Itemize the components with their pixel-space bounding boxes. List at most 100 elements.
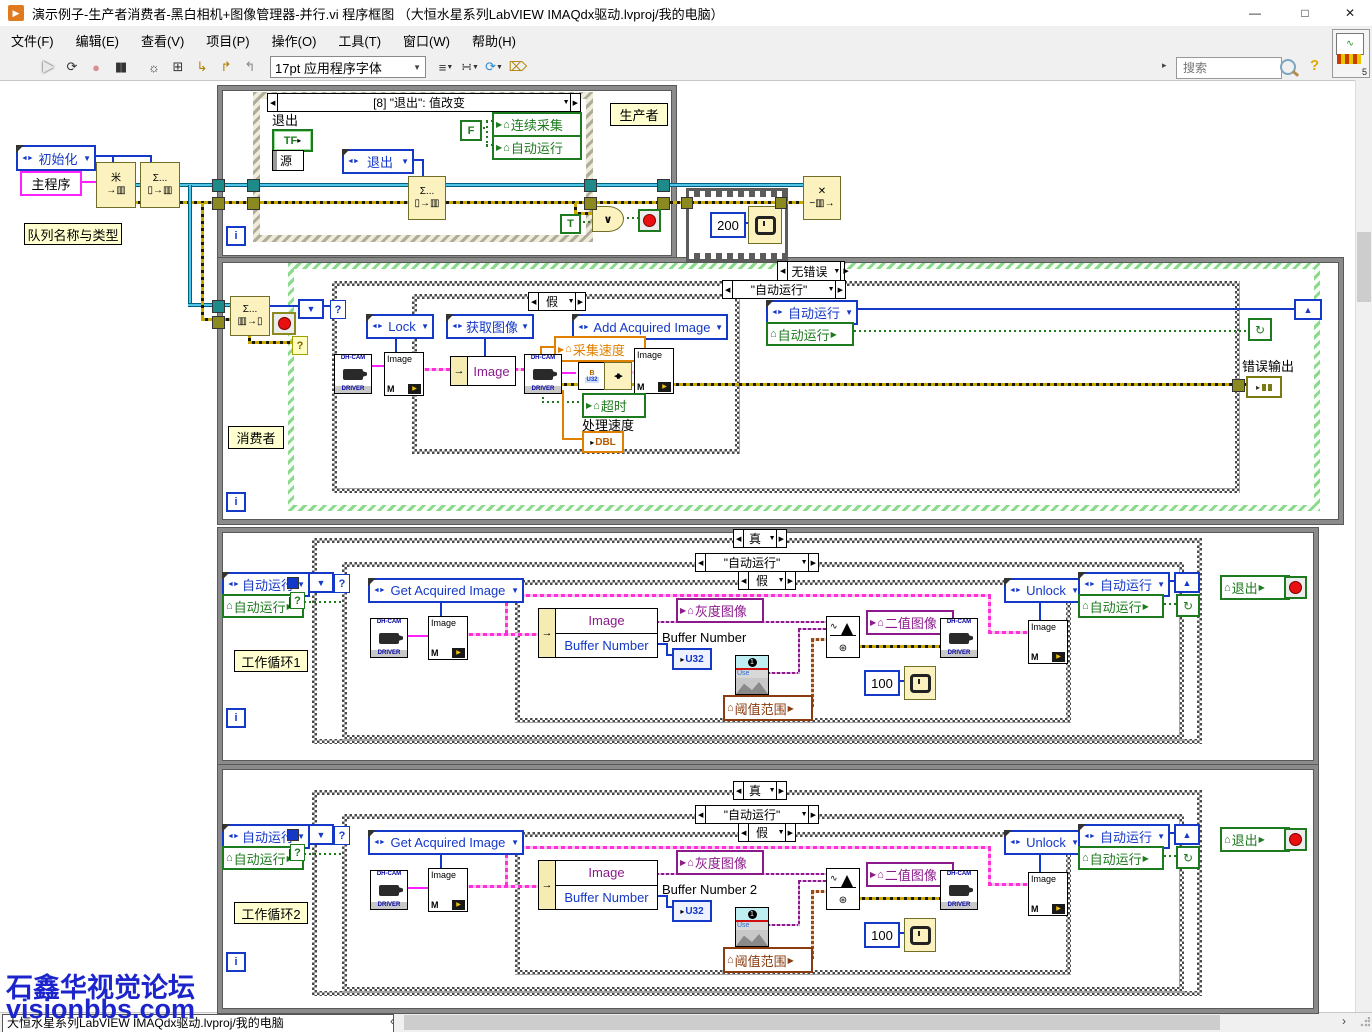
enum-constant-unlock[interactable]: ◄► Unlock ▼ (1004, 830, 1084, 855)
enum-constant-unlock[interactable]: ◄► Unlock ▼ (1004, 578, 1084, 603)
image-manager-node[interactable]: Image M▶ (1028, 872, 1068, 916)
previous-case-icon[interactable]: ◀ (739, 824, 749, 841)
enqueue-node[interactable]: Σ... ▯→▥ (140, 162, 180, 208)
boolean-terminal-tf[interactable]: TF▸ (272, 129, 313, 152)
previous-case-icon[interactable]: ◀ (696, 806, 706, 823)
camera-driver-node[interactable]: DH-CAM DRIVER (370, 870, 408, 910)
shift-register-left[interactable]: ▼ (308, 824, 334, 845)
shift-register-right[interactable]: ▲ (1174, 824, 1200, 845)
camera-driver-node[interactable]: DH-CAM DRIVER (940, 618, 978, 658)
shift-register-left[interactable]: ▼ (308, 572, 334, 593)
image-manager-node[interactable]: Image M▶ (634, 348, 674, 394)
loop-continue-terminal[interactable]: ↻ (1248, 318, 1272, 341)
case-selector-auto-run[interactable]: ◀ "自动运行" ▼ ▶ (722, 280, 846, 299)
previous-case-icon[interactable]: ◀ (268, 94, 278, 111)
property-node-exit[interactable]: ⌂退出▶ (1220, 575, 1290, 600)
previous-case-icon[interactable]: ◀ (734, 782, 744, 799)
next-case-icon[interactable]: ▶ (785, 824, 795, 841)
property-node-auto-run[interactable]: ⌂自动运行▶ (1078, 594, 1164, 618)
release-queue-node[interactable]: ✕ −▥→ (803, 176, 841, 220)
property-node-threshold-range[interactable]: ⌂阈值范围▶ (723, 947, 813, 973)
property-node-gray-image[interactable]: ▶⌂灰度图像 (676, 850, 764, 875)
case-selector-false[interactable]: ◀ 假 ▼ ▶ (528, 292, 586, 311)
enum-constant-init[interactable]: ◄► 初始化 ▼ (16, 145, 96, 171)
property-node-acquire-speed[interactable]: ▶⌂采集速度 (554, 336, 646, 362)
enqueue-node[interactable]: Σ... ▯→▥ (408, 176, 446, 220)
wait-ms-node[interactable] (748, 206, 782, 244)
case-selector-true[interactable]: ◀ 真 ▼ ▶ (733, 529, 787, 548)
previous-case-icon[interactable]: ◀ (778, 262, 788, 280)
free-label-work-loop2[interactable]: 工作循环2 (234, 902, 308, 924)
error-out-indicator[interactable]: ▸ (1246, 376, 1282, 398)
breadcrumb-collapse-icon[interactable]: ‹ (390, 1014, 394, 1028)
numeric-constant-100[interactable]: 100 (864, 670, 900, 696)
horizontal-scrollbar-thumb[interactable] (404, 1015, 1220, 1030)
iteration-terminal[interactable]: i (226, 226, 246, 246)
image-manager-node[interactable]: Image M▶ (384, 352, 424, 396)
next-case-icon[interactable]: ▶ (776, 782, 786, 799)
camera-driver-node[interactable]: DH-CAM DRIVER (334, 354, 372, 394)
free-label-consumer[interactable]: 消费者 (228, 426, 284, 449)
cast-image-node[interactable]: 1 Use (735, 907, 769, 947)
case-selector-auto-run[interactable]: ◀ "自动运行" ▼ ▶ (695, 805, 819, 824)
previous-case-icon[interactable]: ◀ (723, 281, 733, 298)
image-manager-node[interactable]: Image M▶ (428, 868, 468, 912)
previous-case-icon[interactable]: ◀ (734, 530, 744, 547)
previous-case-icon[interactable]: ◀ (739, 572, 749, 589)
wait-ms-node[interactable] (904, 918, 936, 952)
case-selector-false[interactable]: ◀ 假 ▼ ▶ (738, 823, 796, 842)
free-label-producer[interactable]: 生产者 (610, 103, 668, 126)
loop-continue-terminal[interactable]: ↻ (1176, 846, 1200, 869)
dequeue-node[interactable]: Σ... ▥→▯ (230, 296, 270, 336)
camera-driver-node[interactable]: DH-CAM DRIVER (940, 870, 978, 910)
iteration-terminal[interactable]: i (226, 708, 246, 728)
iteration-terminal[interactable]: i (226, 492, 246, 512)
previous-case-icon[interactable]: ◀ (529, 293, 539, 310)
unbundle-node[interactable]: → Image Buffer Number (538, 608, 658, 658)
case-selector-terminal[interactable]: ? (334, 574, 350, 593)
loop-continue-terminal[interactable]: ↻ (1176, 594, 1200, 617)
horizontal-scrollbar[interactable]: 大恒水星系列LabVIEW IMAQdx驱动.lvproj/我的电脑 ‹ › (0, 1012, 1372, 1032)
property-node-auto-run[interactable]: ⌂自动运行▶ (1078, 846, 1164, 870)
next-case-icon[interactable]: ▶ (808, 806, 818, 823)
next-case-icon[interactable]: ▶ (835, 281, 845, 298)
image-element-box[interactable]: → Image (450, 356, 516, 386)
case-selector-terminal[interactable]: ? (334, 826, 350, 845)
enum-constant-get-acquired-image[interactable]: ◄► Get Acquired Image ▼ (368, 578, 524, 603)
property-node-gray-image[interactable]: ▶⌂灰度图像 (676, 598, 764, 623)
case-selector-no-error[interactable]: ◀ 无错误 ▼ ▶ (777, 261, 845, 281)
cast-image-node[interactable]: 1 Use (735, 655, 769, 695)
numeric-constant-100[interactable]: 100 (864, 922, 900, 948)
event-source-terminal[interactable]: 源 (272, 150, 304, 171)
threshold-node[interactable]: ∿ ⊛ (826, 616, 860, 658)
buffer-number-node[interactable]: B U32 (578, 362, 606, 390)
threshold-node[interactable]: ∿ ⊛ (826, 868, 860, 910)
enum-constant-get-image[interactable]: ◄► 获取图像 ▼ (446, 314, 534, 339)
numeric-constant-200[interactable]: 200 (710, 212, 746, 238)
property-node-threshold-range[interactable]: ⌂阈值范围▶ (723, 695, 813, 721)
resize-grip[interactable] (1360, 1017, 1370, 1027)
stop-status-node[interactable] (272, 312, 296, 335)
free-label-queue-name-type[interactable]: 队列名称与类型 (24, 223, 122, 245)
enum-constant-exit[interactable]: ◄► 退出 ▼ (342, 149, 414, 174)
event-case-selector[interactable]: ◀ [8] "退出": 值改变 ▼ ▶ (267, 93, 581, 112)
next-case-icon[interactable]: ▶ (575, 293, 585, 310)
next-case-icon[interactable]: ▶ (808, 554, 818, 571)
case-selector-auto-run[interactable]: ◀ "自动运行" ▼ ▶ (695, 553, 819, 572)
help-button[interactable]: ? (1310, 57, 1319, 74)
u32-indicator[interactable]: ▸U32 (672, 648, 712, 670)
shift-register-right[interactable]: ▲ (1174, 572, 1200, 593)
property-node-exit[interactable]: ⌂退出▶ (1220, 827, 1290, 852)
case-selector-terminal[interactable]: ? (330, 300, 346, 319)
string-constant-queue-name[interactable]: 主程序 (20, 171, 82, 196)
true-constant[interactable]: T (560, 214, 581, 234)
dbl-indicator[interactable]: ▸DBL (582, 431, 624, 453)
next-case-icon[interactable]: ▶ (785, 572, 795, 589)
enum-constant-lock[interactable]: ◄► Lock ▼ (366, 314, 434, 339)
false-constant[interactable]: F (460, 120, 482, 141)
loop-condition-terminal[interactable] (1284, 828, 1307, 851)
search-collapse-icon[interactable]: ▸ (1162, 60, 1167, 71)
image-manager-node[interactable]: Image M▶ (1028, 620, 1068, 664)
property-node-auto-run[interactable]: ⌂自动运行▶ (766, 322, 854, 346)
free-label-work-loop1[interactable]: 工作循环1 (234, 650, 308, 672)
